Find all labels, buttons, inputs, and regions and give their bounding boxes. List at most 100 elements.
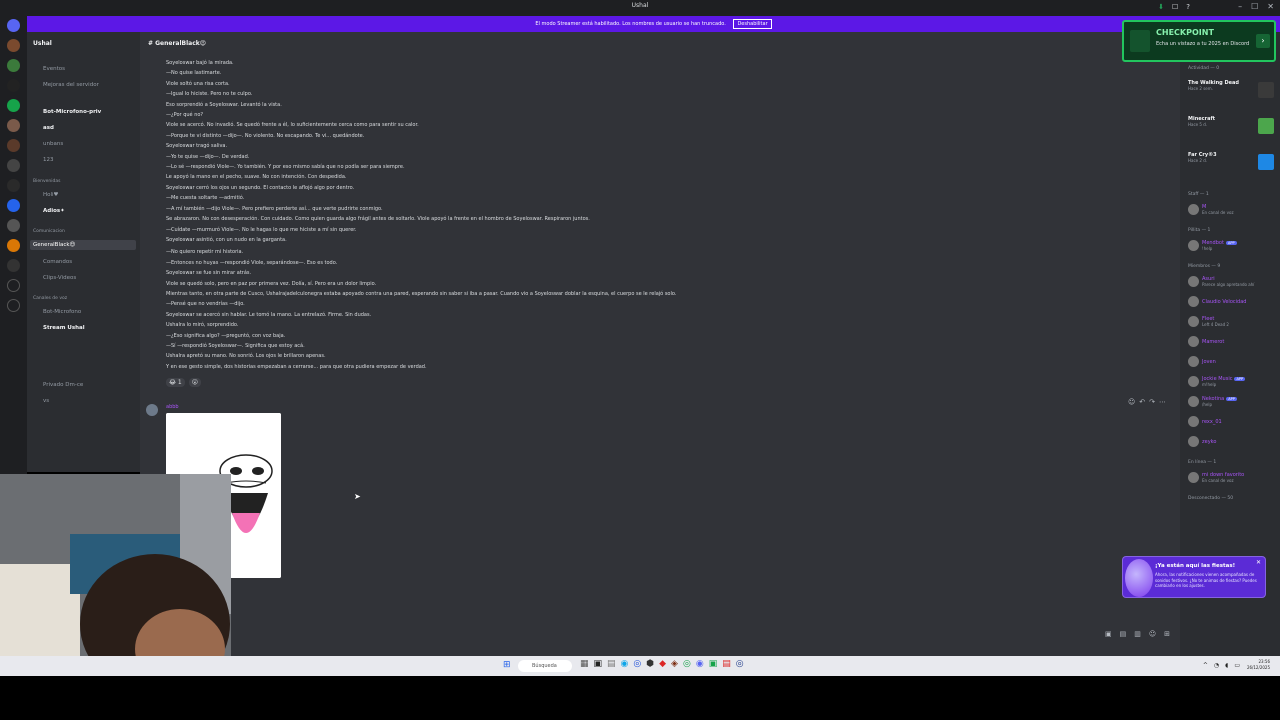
server-icon[interactable] xyxy=(7,179,20,192)
sticker-icon[interactable]: ▥ xyxy=(1134,630,1141,638)
close-icon[interactable]: ✕ xyxy=(1267,2,1274,11)
edge-icon[interactable]: ◉ xyxy=(621,659,629,669)
message-line: Y en ese gesto simple, dos historias emp… xyxy=(166,363,427,370)
app-icon[interactable]: ▣ xyxy=(709,659,718,669)
volume-icon[interactable]: ◖ xyxy=(1225,662,1228,669)
voice-channel-item[interactable]: Stream Ushal xyxy=(43,325,85,331)
gift-icon[interactable]: ▣ xyxy=(1105,630,1112,638)
member-item[interactable]: Claudio Velocidad xyxy=(1188,296,1246,307)
festive-notification-popup[interactable]: ¡Ya están aquí las fiestas! Ahora, las n… xyxy=(1122,556,1266,598)
wifi-icon[interactable]: ◔ xyxy=(1214,662,1219,669)
taskbar-search[interactable]: Búsqueda xyxy=(518,660,572,672)
chrome-icon[interactable]: ◎ xyxy=(633,659,641,669)
member-item[interactable]: M En canal de voz xyxy=(1188,204,1234,215)
server-icon[interactable] xyxy=(7,219,20,232)
member-item[interactable]: Joven xyxy=(1188,356,1216,367)
discord-home-icon[interactable] xyxy=(7,19,20,32)
server-icon[interactable] xyxy=(7,259,20,272)
server-icon[interactable] xyxy=(7,119,20,132)
server-icon[interactable] xyxy=(7,159,20,172)
app-icon[interactable]: ◈ xyxy=(671,659,678,669)
member-item[interactable]: Jockie Music APP m!help xyxy=(1188,376,1246,387)
server-icon[interactable] xyxy=(7,239,20,252)
category-label[interactable]: Canales de voz xyxy=(33,296,67,301)
channel-item[interactable]: 123 xyxy=(43,157,54,163)
message-line: —A mí también —dijo Viole—. Pero prefier… xyxy=(166,205,383,212)
avatar[interactable] xyxy=(146,404,158,416)
explore-icon[interactable] xyxy=(7,299,20,312)
maximize-icon[interactable]: ☐ xyxy=(1251,2,1258,11)
taskbar-clock[interactable]: 23:56 26/12/2025 xyxy=(1247,659,1270,671)
help-icon[interactable]: ? xyxy=(1186,3,1190,11)
brave-icon[interactable]: ◆ xyxy=(659,659,666,669)
reaction-button[interactable]: 😮 xyxy=(188,378,202,387)
gif-icon[interactable]: ▤ xyxy=(1120,630,1127,638)
minimize-icon[interactable]: – xyxy=(1238,2,1242,11)
reply-icon[interactable]: ↶ xyxy=(1139,398,1145,406)
app-icon[interactable]: ⬢ xyxy=(646,659,654,669)
add-server-icon[interactable] xyxy=(7,279,20,292)
server-name[interactable]: Ushal xyxy=(33,40,52,47)
channel-item[interactable]: Holi♥ xyxy=(43,192,59,198)
steam-icon[interactable]: ◎ xyxy=(736,659,744,669)
channel-item[interactable]: Clips-Videos xyxy=(43,275,76,281)
forward-icon[interactable]: ↷ xyxy=(1149,398,1155,406)
channel-item[interactable]: Bot-Microfono xyxy=(43,309,81,315)
server-icon[interactable] xyxy=(7,99,20,112)
start-icon[interactable]: ⊞ xyxy=(503,660,511,670)
channel-item[interactable]: Eventos xyxy=(43,66,65,72)
member-item[interactable]: rexx_01 xyxy=(1188,416,1222,427)
member-status: !help xyxy=(1202,246,1213,251)
member-item[interactable]: Mendbot APP !help xyxy=(1188,240,1237,251)
apps-icon[interactable]: ⊞ xyxy=(1164,630,1170,638)
channel-item[interactable]: Comandos xyxy=(43,259,72,265)
chevron-up-icon[interactable]: ^ xyxy=(1203,662,1208,669)
checkpoint-popup[interactable]: CHECKPOINT Echa un vistazo a tu 2025 en … xyxy=(1122,20,1276,62)
discord-icon[interactable]: ◉ xyxy=(696,659,704,669)
category-label[interactable]: Bienvenidas xyxy=(33,179,60,184)
category-label[interactable]: Comunicacion xyxy=(33,229,65,234)
react-icon[interactable]: ☺ xyxy=(1128,398,1135,406)
battery-icon[interactable]: ▭ xyxy=(1234,662,1240,669)
app-icon[interactable]: ◎ xyxy=(683,659,691,669)
arrow-right-icon[interactable]: › xyxy=(1256,34,1270,48)
message-content: Soyeloswar bajó la mirada. —No quise last… xyxy=(166,58,866,372)
more-icon[interactable]: ⋯ xyxy=(1159,398,1166,406)
member-item[interactable]: mi down favorito En canal de voz xyxy=(1188,472,1244,483)
channel-item[interactable]: vs xyxy=(43,398,49,404)
channel-item[interactable]: asd xyxy=(43,125,54,131)
streamer-mode-text: El modo Streamer está habilitado. Los no… xyxy=(535,21,726,27)
file-explorer-icon[interactable]: ▣ xyxy=(594,659,603,669)
channel-item[interactable]: Mejoras del servidor xyxy=(43,82,99,88)
channel-item-active[interactable]: GeneralBlack😍 xyxy=(30,240,136,250)
activity-card[interactable]: The Walking Dead Hace 2 sem. xyxy=(1188,80,1276,98)
promo-title: ¡Ya están aquí las fiestas! xyxy=(1155,563,1236,569)
channel-item[interactable]: Adios✦ xyxy=(43,208,65,214)
reaction-button[interactable]: 😂 1 xyxy=(166,378,185,387)
app-icon[interactable]: ▦ xyxy=(580,659,589,669)
message-author[interactable]: abbb xyxy=(166,404,179,410)
server-icon[interactable] xyxy=(7,39,20,52)
disable-streamer-button[interactable]: Deshabilitar xyxy=(733,19,772,29)
server-icon[interactable] xyxy=(7,199,20,212)
download-icon[interactable]: ⬇ xyxy=(1158,3,1164,11)
close-icon[interactable]: ✕ xyxy=(1256,559,1261,566)
emoji-icon[interactable]: ☺ xyxy=(1149,630,1156,638)
member-item[interactable]: zeyko xyxy=(1188,436,1216,447)
app-icon[interactable]: ▤ xyxy=(607,659,616,669)
app-icon[interactable]: ▤ xyxy=(722,659,731,669)
inbox-icon[interactable]: ☐ xyxy=(1172,3,1178,11)
server-icon[interactable] xyxy=(7,59,20,72)
channel-item[interactable]: Privado Dm-ce xyxy=(43,382,83,388)
activity-card[interactable]: Far Cry®3 Hace 2 d. xyxy=(1188,152,1276,170)
game-icon xyxy=(1258,154,1274,170)
channel-item[interactable]: Bot-Microfono-priv xyxy=(43,109,101,115)
channel-item[interactable]: unbans xyxy=(43,141,63,147)
server-icon[interactable] xyxy=(7,139,20,152)
activity-card[interactable]: Minecraft Hace 5 d. xyxy=(1188,116,1276,134)
member-item[interactable]: Nekotina APP/help xyxy=(1188,396,1237,407)
member-item[interactable]: Mamerot xyxy=(1188,336,1224,347)
member-item[interactable]: Asuri Parece algo apretando ahí xyxy=(1188,276,1254,287)
server-icon[interactable] xyxy=(7,79,20,92)
member-item[interactable]: Fleet Left 4 Dead 2 xyxy=(1188,316,1229,327)
